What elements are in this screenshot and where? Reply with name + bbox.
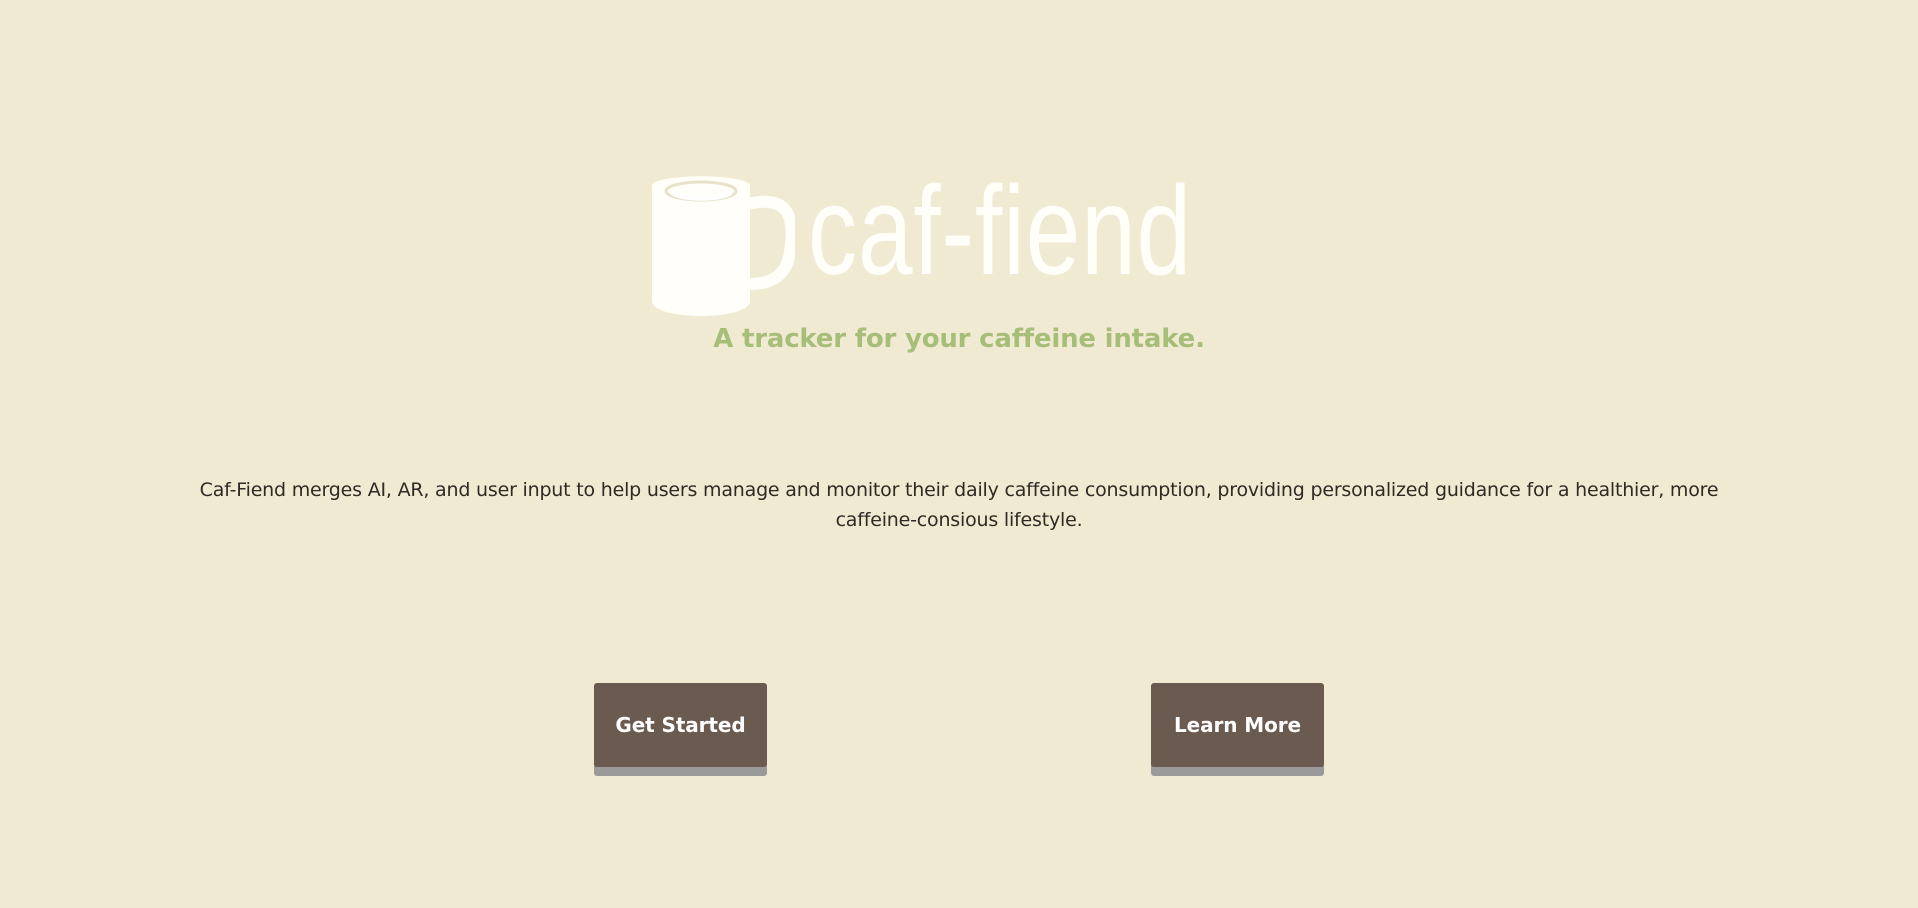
product-description: Caf-Fiend merges AI, AR, and user input … bbox=[199, 479, 1719, 531]
get-started-button[interactable]: Get Started bbox=[594, 683, 767, 767]
tagline: A tracker for your caffeine intake. bbox=[713, 324, 1205, 354]
coffee-mug-icon bbox=[652, 176, 795, 316]
learn-more-button[interactable]: Learn More bbox=[1151, 683, 1324, 767]
brand-name: caf-fiend bbox=[808, 160, 1192, 301]
landing-hero: caf-fiend A tracker for your caffeine in… bbox=[0, 0, 1918, 908]
brand-logo: caf-fiend bbox=[650, 168, 1260, 321]
